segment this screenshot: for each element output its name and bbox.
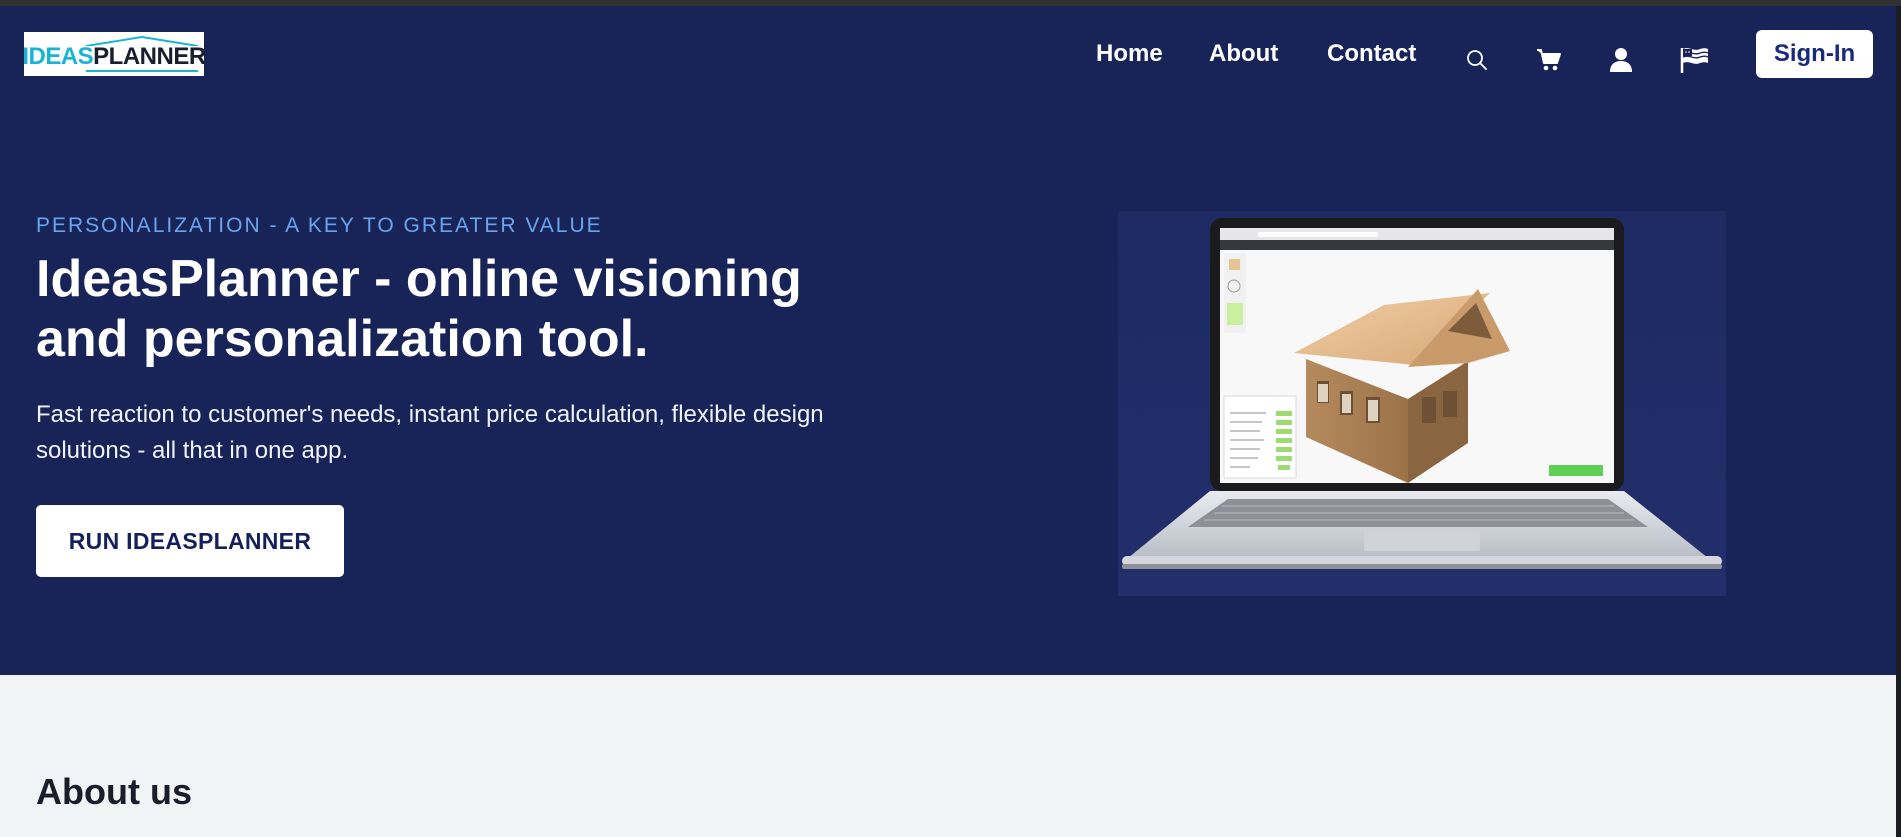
sign-in-button[interactable]: Sign-In (1756, 30, 1873, 78)
logo-text-ideas: IDEAS (22, 43, 94, 70)
logo-underline (86, 70, 198, 72)
about-section-title: About us (36, 771, 192, 812)
search-icon[interactable] (1461, 44, 1493, 76)
logo-roof-icon (86, 36, 198, 46)
nav-about[interactable]: About (1209, 40, 1278, 68)
logo-text-planner: PLANNER (93, 43, 206, 70)
scrollbar-edge (1896, 6, 1901, 837)
cart-icon[interactable] (1533, 44, 1565, 76)
laptop-product-image (1118, 211, 1726, 596)
hero-headline: IdeasPlanner - online visioning and pers… (36, 250, 802, 368)
logo[interactable]: IDEASPLANNER (22, 32, 206, 76)
nav-home[interactable]: Home (1096, 40, 1163, 68)
run-ideasplanner-button[interactable]: RUN IDEASPLANNER (36, 505, 344, 577)
flag-icon[interactable] (1678, 44, 1710, 76)
nav-contact[interactable]: Contact (1327, 40, 1416, 68)
user-icon[interactable] (1605, 44, 1637, 76)
hero-eyebrow: PERSONALIZATION - A KEY TO GREATER VALUE (36, 214, 603, 237)
hero-subtext: Fast reaction to customer's needs, insta… (36, 401, 824, 464)
hero-section: IDEASPLANNER Home About Contact Sign-In … (0, 6, 1896, 675)
